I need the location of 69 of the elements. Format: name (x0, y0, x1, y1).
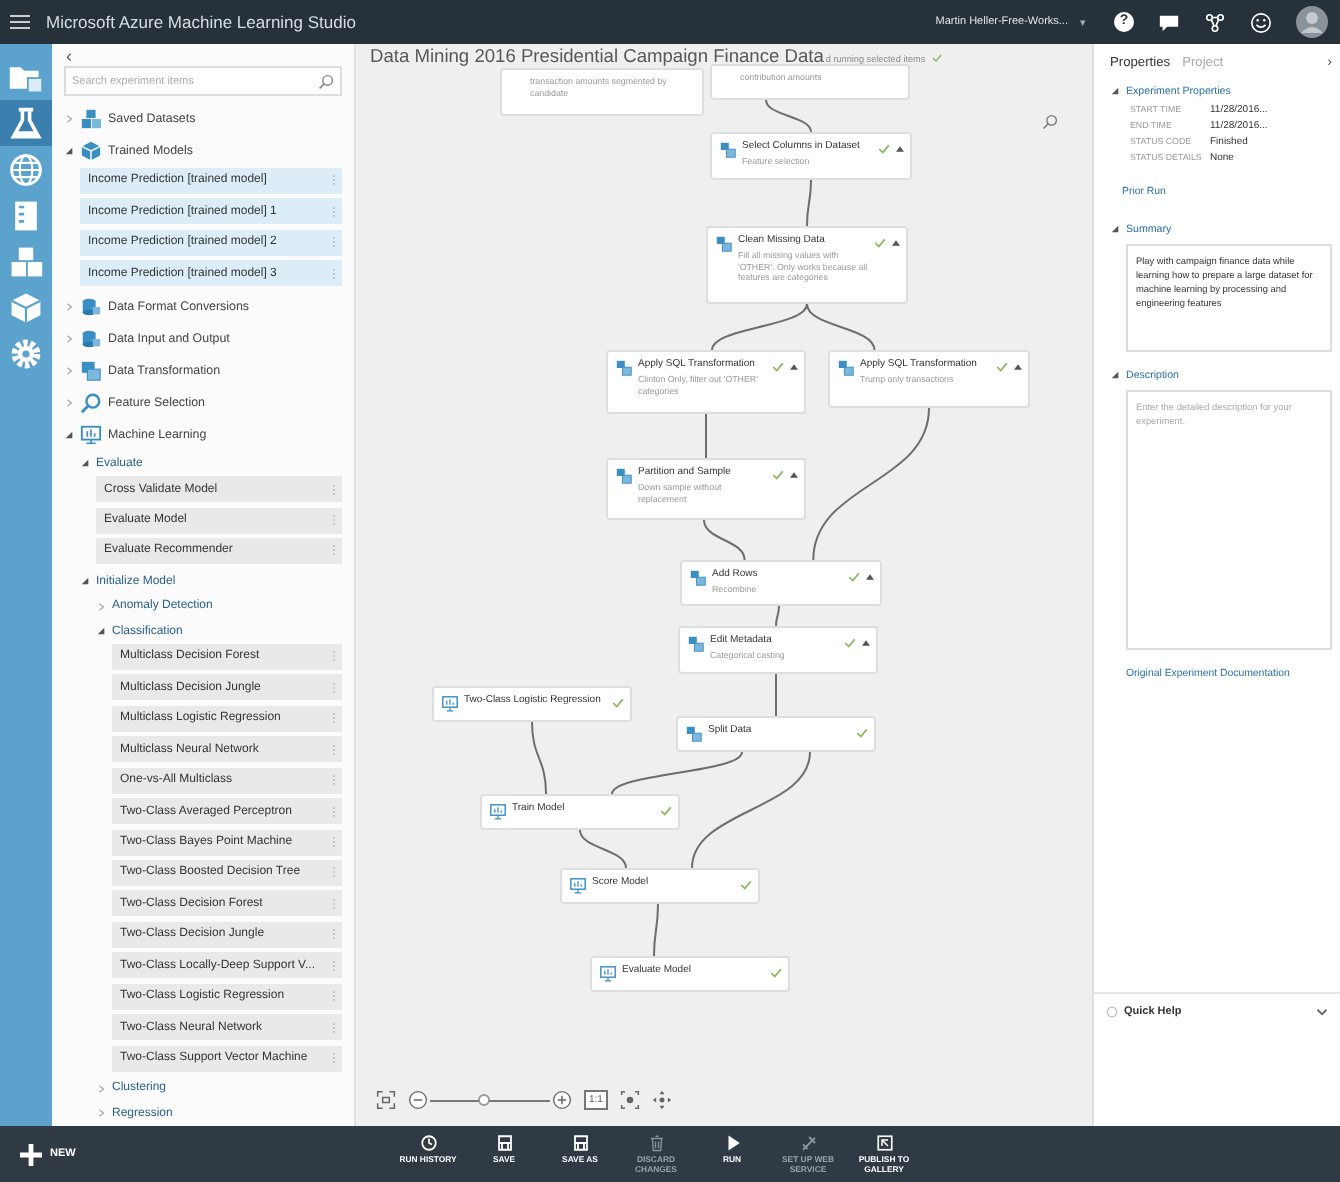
network-icon[interactable] (1204, 11, 1226, 33)
module-icon (690, 570, 706, 586)
globe-icon (8, 151, 44, 187)
flask-icon (8, 105, 44, 141)
cube-icon (8, 289, 44, 325)
cube-icon (80, 140, 102, 163)
connector-line (579, 829, 627, 869)
clock-icon (419, 1133, 437, 1152)
collapse-button[interactable]: ‹ (64, 44, 342, 67)
connector-line (711, 303, 808, 351)
monitor-icon (442, 696, 458, 712)
connector-line (806, 303, 876, 351)
connector-line (806, 179, 812, 227)
save-icon (495, 1133, 513, 1152)
zoom-in-icon[interactable] (552, 1090, 572, 1110)
database-icon (80, 328, 102, 351)
module-icon (616, 468, 632, 484)
caret-icon[interactable] (1014, 363, 1022, 369)
monitor-icon (600, 966, 616, 982)
experiment-title: Data Mining 2016 Presidential Campaign Finance Data (370, 46, 824, 66)
caret-icon[interactable] (790, 471, 798, 477)
connector-line (765, 99, 812, 133)
connector-line (775, 605, 780, 627)
slider-thumb[interactable] (478, 1093, 490, 1105)
table-icon (80, 360, 102, 383)
chevron-icon[interactable] (1316, 1008, 1328, 1016)
menu-icon[interactable] (10, 14, 30, 30)
connector-line (531, 721, 547, 795)
smiley-icon[interactable] (1250, 11, 1272, 33)
connector-line (705, 413, 707, 459)
connector-line (653, 903, 659, 957)
monitor-icon (80, 424, 102, 447)
settings-icon (8, 335, 44, 371)
caret-icon[interactable] (862, 639, 870, 645)
search-icon[interactable] (1042, 114, 1058, 130)
avatar-icon[interactable] (1296, 6, 1328, 38)
zoom-out-icon[interactable] (408, 1090, 428, 1110)
caret-icon[interactable] (892, 239, 900, 245)
connector-line (703, 519, 746, 561)
monitor-icon (490, 804, 506, 820)
caret-icon[interactable] (896, 145, 904, 151)
connector-line (775, 673, 777, 717)
app-title: Microsoft Azure Machine Learning Studio (46, 12, 356, 32)
boxes-icon (80, 108, 102, 131)
module-icon (716, 236, 732, 252)
pan-icon[interactable] (651, 1090, 672, 1110)
center-icon[interactable] (619, 1090, 640, 1110)
database-icon (80, 296, 102, 319)
fit-screen-icon[interactable] (376, 1090, 396, 1110)
play-icon (723, 1133, 741, 1152)
module-icon (720, 142, 736, 158)
save-icon (571, 1133, 589, 1152)
module-icon (686, 726, 702, 742)
gallery-icon (875, 1133, 893, 1152)
plus-icon (20, 1143, 42, 1165)
search-icon (318, 73, 334, 90)
wrench-icon (799, 1133, 817, 1152)
monitor-icon (570, 878, 586, 894)
search-icon (80, 392, 102, 415)
chat-icon[interactable] (1158, 11, 1180, 33)
caret-icon[interactable] (866, 573, 874, 579)
boxes-icon (8, 243, 44, 279)
module-icon (838, 360, 854, 376)
help-circle-icon (1106, 1006, 1118, 1018)
module-icon (616, 360, 632, 376)
module-icon (688, 636, 704, 652)
caret-icon[interactable] (790, 363, 798, 369)
nav-item[interactable] (0, 100, 52, 146)
trash-icon (647, 1133, 665, 1152)
